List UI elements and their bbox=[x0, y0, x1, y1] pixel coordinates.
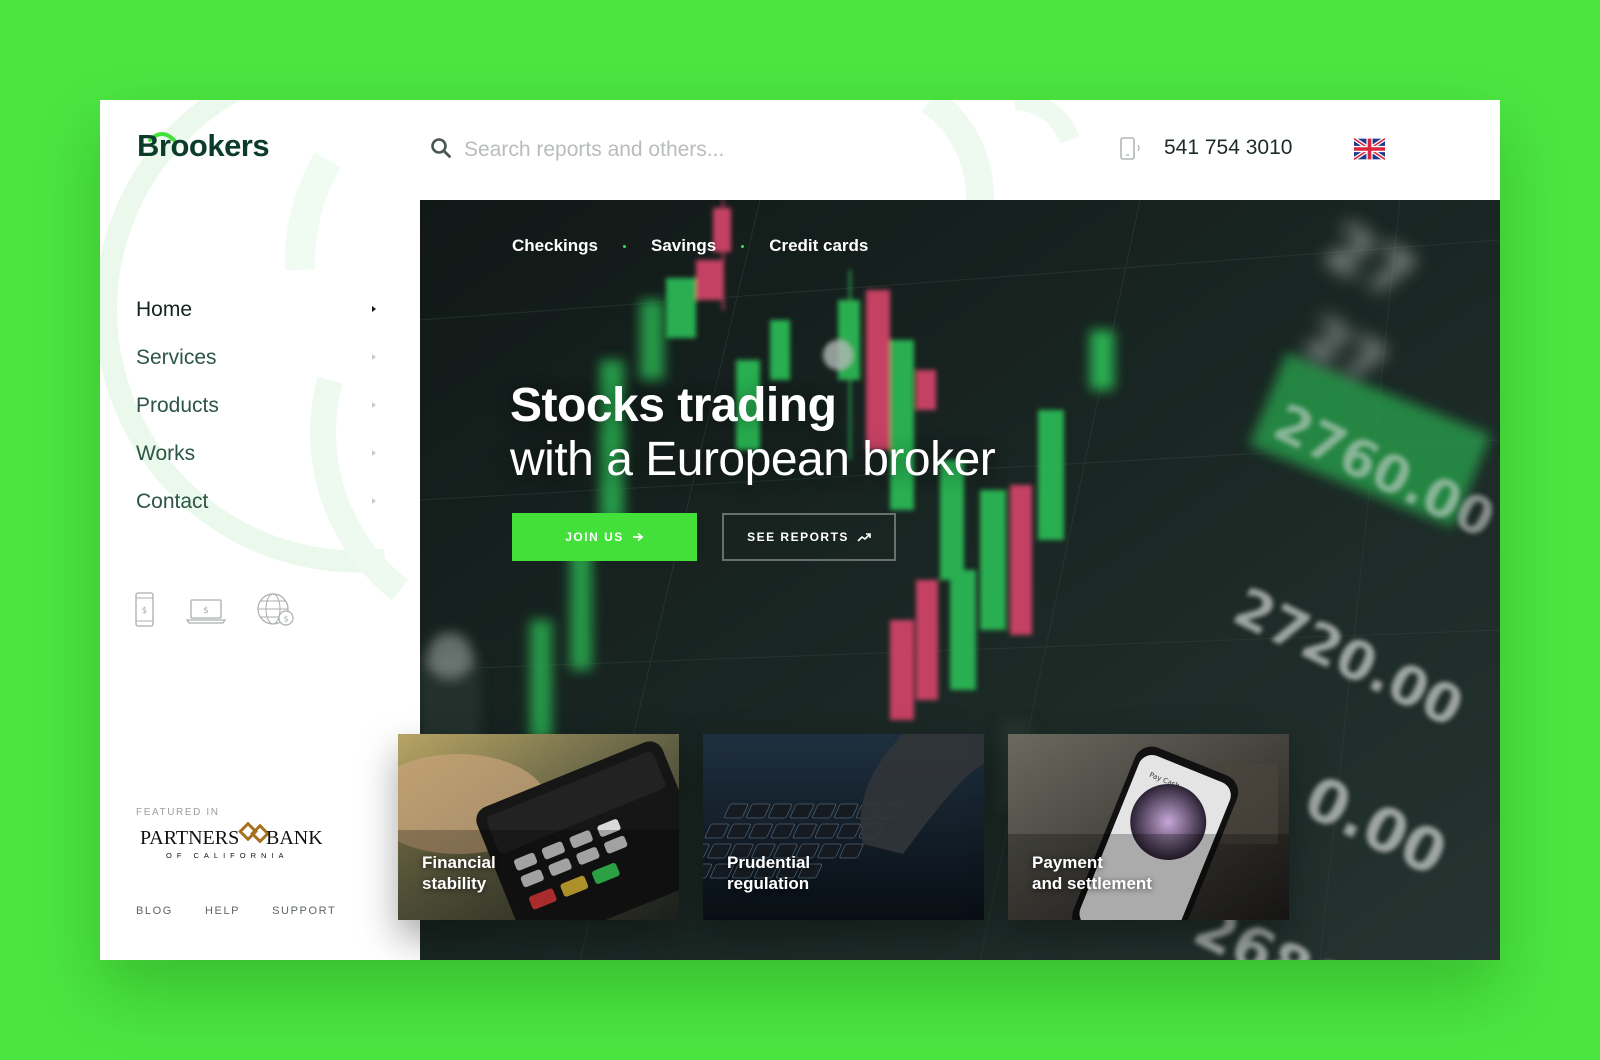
sidebar-item-label: Products bbox=[136, 394, 219, 417]
card-title-line: stability bbox=[422, 874, 487, 893]
brand-logo[interactable]: Brookers bbox=[137, 128, 270, 164]
card-financial-stability[interactable]: Financial stability bbox=[398, 734, 679, 920]
partners-bank-logo[interactable]: PARTNERS BANK OF CALIFORNIA bbox=[140, 822, 325, 862]
sidebar-item-services[interactable]: Services bbox=[136, 334, 376, 382]
search-icon[interactable] bbox=[430, 137, 452, 159]
card-title-line: regulation bbox=[727, 874, 810, 893]
mobile-payment-icon[interactable]: $ bbox=[134, 592, 156, 628]
join-us-button[interactable]: JOIN US bbox=[512, 513, 697, 561]
sidebar-item-label: Works bbox=[136, 442, 196, 465]
sidebar-item-label: Home bbox=[136, 298, 193, 321]
sidebar-nav: Home Services Products Works Contact bbox=[136, 286, 376, 526]
chevron-right-icon bbox=[372, 354, 376, 360]
card-title: Payment and settlement bbox=[1032, 852, 1252, 894]
card-title: Financial stability bbox=[422, 852, 642, 894]
card-title-line: Financial bbox=[422, 853, 496, 872]
global-payment-icon[interactable]: $ bbox=[256, 592, 296, 628]
hero-title: Stocks trading bbox=[510, 379, 837, 432]
tab-separator-dot bbox=[622, 244, 626, 248]
arrow-right-icon bbox=[632, 532, 644, 542]
partner-subtitle: OF CALIFORNIA bbox=[166, 851, 289, 860]
sidebar-item-label: Services bbox=[136, 346, 217, 369]
hero-subtitle: with a European broker bbox=[510, 433, 996, 486]
card-prudential-regulation[interactable]: Prudential regulation bbox=[703, 734, 984, 920]
hero-tabs: Checkings Savings Credit cards bbox=[512, 236, 868, 256]
sidebar-item-works[interactable]: Works bbox=[136, 430, 376, 478]
sidebar-item-home[interactable]: Home bbox=[136, 286, 376, 334]
tab-savings[interactable]: Savings bbox=[651, 236, 716, 256]
phone-icon bbox=[1120, 137, 1140, 160]
card-title-line: Payment bbox=[1032, 853, 1103, 872]
card-payment-settlement[interactable]: Pay Cash Payment and settlement bbox=[1008, 734, 1289, 920]
chevron-right-icon bbox=[372, 498, 376, 504]
phone-number[interactable]: 541 754 3010 bbox=[1164, 136, 1292, 160]
chevron-right-icon bbox=[372, 450, 376, 456]
chevron-right-icon bbox=[372, 402, 376, 408]
tab-separator-dot bbox=[741, 244, 745, 248]
card-title-line: Prudential bbox=[727, 853, 811, 872]
tab-credit-cards[interactable]: Credit cards bbox=[769, 236, 868, 256]
page-frame: Brookers 541 754 3010 Home Services Prod… bbox=[100, 100, 1500, 960]
laptop-payment-icon[interactable]: $ bbox=[186, 598, 226, 624]
help-link[interactable]: HELP bbox=[205, 905, 240, 917]
see-reports-label: SEE REPORTS bbox=[747, 530, 849, 544]
svg-text:$: $ bbox=[203, 606, 209, 616]
footer-links: BLOG HELP SUPPORT bbox=[136, 905, 336, 917]
card-title-line: and settlement bbox=[1032, 874, 1152, 893]
join-us-label: JOIN US bbox=[565, 530, 624, 544]
uk-flag-icon[interactable] bbox=[1354, 138, 1385, 160]
svg-text:$: $ bbox=[142, 606, 148, 616]
partner-name-left: PARTNERS bbox=[140, 827, 239, 849]
sidebar-item-products[interactable]: Products bbox=[136, 382, 376, 430]
card-title: Prudential regulation bbox=[727, 852, 947, 894]
featured-label: FEATURED IN bbox=[136, 807, 220, 818]
support-link[interactable]: SUPPORT bbox=[272, 905, 336, 917]
sidebar-item-contact[interactable]: Contact bbox=[136, 478, 376, 526]
svg-text:$: $ bbox=[283, 615, 288, 624]
sidebar-item-label: Contact bbox=[136, 490, 209, 513]
see-reports-button[interactable]: SEE REPORTS bbox=[722, 513, 896, 561]
partner-name-right: BANK bbox=[266, 827, 323, 849]
chevron-right-icon bbox=[372, 306, 376, 312]
tab-checkings[interactable]: Checkings bbox=[512, 236, 598, 256]
search-input[interactable] bbox=[464, 130, 1024, 170]
trend-up-icon bbox=[857, 533, 871, 542]
blog-link[interactable]: BLOG bbox=[136, 905, 173, 917]
